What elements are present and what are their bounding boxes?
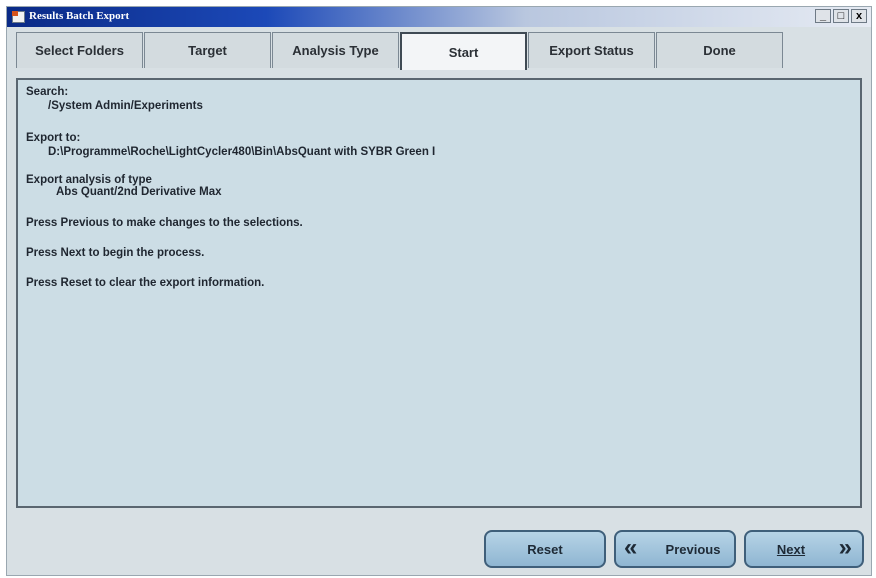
window-controls: _ □ x <box>815 9 867 23</box>
previous-button[interactable]: « Previous <box>614 530 736 568</box>
tab-done[interactable]: Done <box>656 32 783 68</box>
search-value: /System Admin/Experiments <box>48 100 203 112</box>
analysis-type-value: Abs Quant/2nd Derivative Max <box>56 186 222 198</box>
reset-button-label: Reset <box>527 541 563 557</box>
export-to-section: Export to: D:\Programme\Roche\LightCycle… <box>26 132 435 158</box>
title-bar: Results Batch Export _ □ x <box>7 7 871 27</box>
search-section: Search: /System Admin/Experiments <box>26 86 203 112</box>
instruction-next: Press Next to begin the process. <box>26 247 205 259</box>
instruction-reset: Press Reset to clear the export informat… <box>26 277 265 289</box>
analysis-type-section: Export analysis of type Abs Quant/2nd De… <box>26 174 222 198</box>
previous-button-label: Previous <box>665 541 721 557</box>
search-label: Search: <box>26 86 69 98</box>
tab-export-status[interactable]: Export Status <box>528 32 655 68</box>
next-button[interactable]: Next » <box>744 530 864 568</box>
instruction-previous: Press Previous to make changes to the se… <box>26 217 303 229</box>
tab-analysis-type[interactable]: Analysis Type <box>272 32 399 68</box>
next-button-label: Next <box>776 541 806 557</box>
wizard-tabs: Select Folders Target Analysis Type Star… <box>16 32 784 70</box>
reset-button[interactable]: Reset <box>484 530 606 568</box>
tab-start[interactable]: Start <box>400 32 527 70</box>
window-title: Results Batch Export <box>29 10 130 22</box>
tab-target[interactable]: Target <box>144 32 271 68</box>
maximize-button[interactable]: □ <box>833 9 849 23</box>
analysis-type-label: Export analysis of type <box>26 174 152 186</box>
tab-select-folders[interactable]: Select Folders <box>16 32 143 68</box>
app-icon <box>12 11 25 23</box>
minimize-button[interactable]: _ <box>815 9 831 23</box>
double-chevron-right-icon: » <box>838 534 852 561</box>
start-panel: Search: /System Admin/Experiments Export… <box>16 78 862 508</box>
double-chevron-left-icon: « <box>624 534 638 561</box>
close-button[interactable]: x <box>851 9 867 23</box>
export-to-label: Export to: <box>26 132 81 144</box>
export-to-value: D:\Programme\Roche\LightCycler480\Bin\Ab… <box>48 146 436 158</box>
